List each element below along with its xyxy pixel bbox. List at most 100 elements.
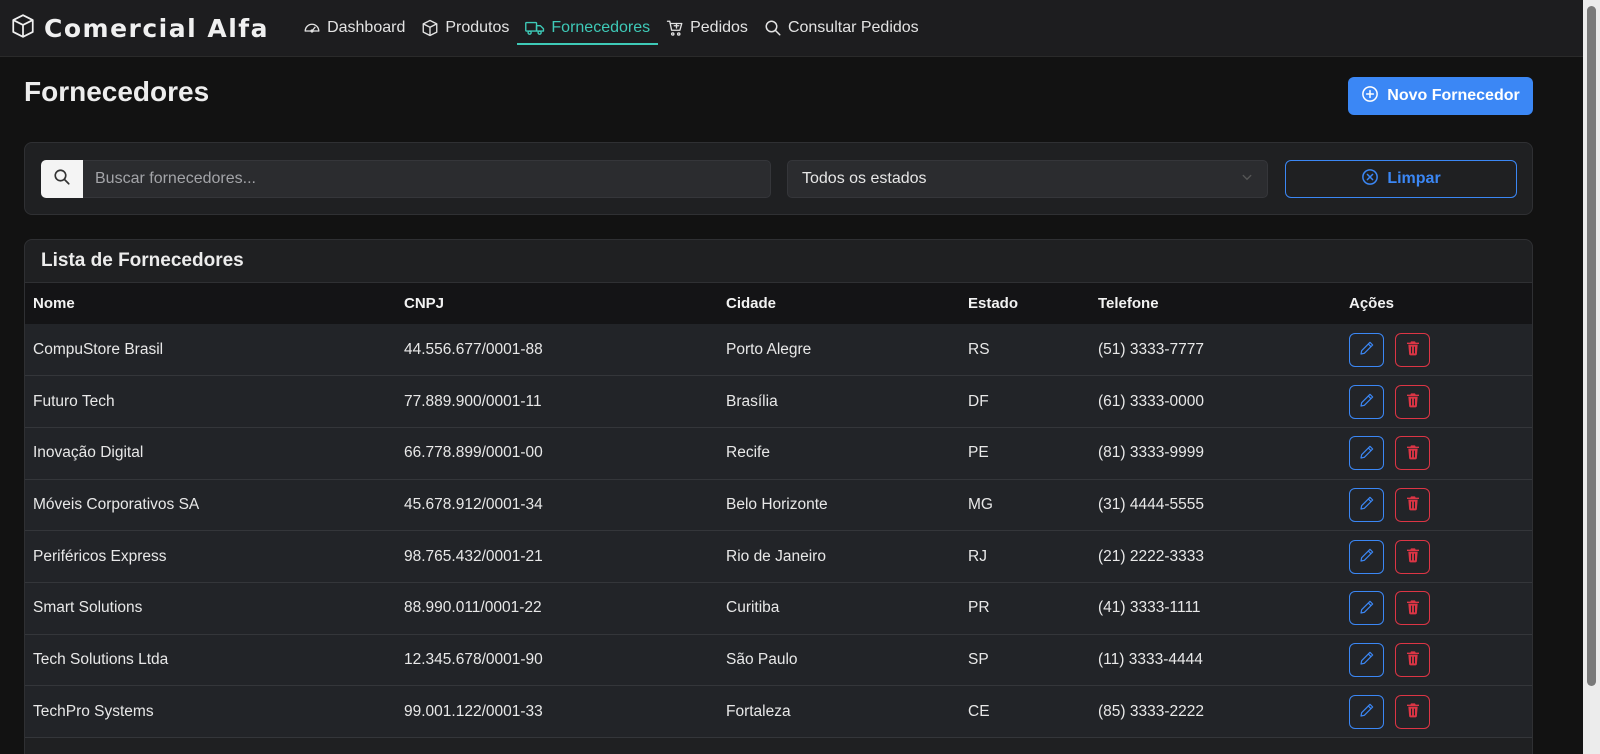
delete-button[interactable] — [1395, 642, 1430, 677]
table-row[interactable]: Inovação Digital 66.778.899/0001-00 Reci… — [25, 427, 1532, 480]
table-row[interactable]: Móveis Corporativos SA 45.678.912/0001-3… — [25, 479, 1532, 531]
cell-acoes — [1341, 531, 1532, 583]
table-row[interactable]: Tech Solutions Ltda 12.345.678/0001-90 S… — [25, 634, 1532, 686]
brand-title: Comercial Alfa — [44, 13, 270, 43]
column-header-cidade[interactable]: Cidade — [718, 283, 960, 324]
delete-button[interactable] — [1395, 591, 1430, 626]
column-header-cnpj[interactable]: CNPJ — [396, 283, 718, 324]
cell-cidade: Recife — [726, 444, 770, 462]
nav-item-dashboard[interactable]: Dashboard — [295, 0, 413, 57]
trash-icon — [1405, 702, 1421, 721]
nav-item-consultar-pedidos[interactable]: Consultar Pedidos — [756, 0, 927, 57]
new-supplier-button[interactable]: Novo Fornecedor — [1348, 77, 1533, 115]
column-header-estado[interactable]: Estado — [960, 283, 1090, 324]
cell-acoes — [1341, 376, 1532, 428]
row-actions — [1349, 591, 1532, 626]
top-navbar: Comercial Alfa Dashboard Produtos Fornec… — [0, 0, 1583, 57]
cell-cnpj: 12.345.678/0001-90 — [404, 650, 543, 668]
edit-button[interactable] — [1349, 539, 1384, 574]
edit-button[interactable] — [1349, 436, 1384, 471]
row-actions — [1349, 384, 1532, 419]
cell-cnpj: 66.778.899/0001-00 — [404, 444, 543, 462]
cell-cidade: Curitiba — [726, 599, 780, 617]
edit-button[interactable] — [1349, 384, 1384, 419]
table-row[interactable]: CompuStore Brasil 44.556.677/0001-88 Por… — [25, 324, 1532, 376]
cell-nome: Tech Solutions Ltda — [33, 650, 169, 668]
nav-label: Fornecedores — [551, 19, 651, 36]
nav-item-pedidos[interactable]: Pedidos — [658, 0, 756, 57]
trash-icon — [1405, 444, 1421, 463]
cell-cidade: São Paulo — [726, 650, 798, 668]
edit-button[interactable] — [1349, 487, 1384, 522]
cell-cidade: Fortaleza — [726, 702, 791, 720]
row-actions — [1349, 642, 1532, 677]
pencil-icon — [1359, 599, 1375, 618]
truck-icon — [525, 19, 545, 37]
cell-acoes — [1341, 634, 1532, 686]
delete-button[interactable] — [1395, 384, 1430, 419]
table-row[interactable]: Periféricos Express 98.765.432/0001-21 R… — [25, 530, 1532, 583]
search-group — [41, 160, 771, 198]
search-input[interactable] — [83, 160, 771, 198]
nav-label: Dashboard — [327, 19, 406, 36]
suppliers-table: Nome CNPJ Cidade Estado Telefone Ações C… — [25, 283, 1532, 738]
delete-button[interactable] — [1395, 539, 1430, 574]
state-select[interactable]: Todos os estados — [787, 160, 1268, 198]
pencil-icon — [1359, 650, 1375, 669]
page-scrollbar[interactable] — [1583, 0, 1600, 754]
column-header-telefone[interactable]: Telefone — [1090, 283, 1341, 324]
delete-button[interactable] — [1395, 694, 1430, 729]
table-row[interactable]: Smart Solutions 88.990.011/0001-22 Curit… — [25, 582, 1532, 635]
table-row[interactable]: Futuro Tech 77.889.900/0001-11 Brasília … — [25, 375, 1532, 428]
cell-telefone: (21) 2222-3333 — [1098, 547, 1204, 565]
cell-estado: SP — [968, 650, 989, 668]
suppliers-table-card: Lista de Fornecedores Nome CNPJ Cidade E… — [24, 239, 1533, 754]
edit-button[interactable] — [1349, 591, 1384, 626]
brand[interactable]: Comercial Alfa — [10, 13, 269, 44]
new-supplier-label: Novo Fornecedor — [1387, 87, 1520, 104]
chevron-down-icon — [1241, 170, 1253, 188]
trash-icon — [1405, 547, 1421, 566]
cell-telefone: (11) 3333-4444 — [1098, 650, 1203, 668]
cell-cnpj: 98.765.432/0001-21 — [404, 547, 543, 565]
page-title: Fornecedores — [24, 76, 210, 107]
nav-item-fornecedores[interactable]: Fornecedores — [517, 0, 658, 57]
trash-icon — [1405, 392, 1421, 411]
row-actions — [1349, 332, 1532, 367]
edit-button[interactable] — [1349, 642, 1384, 677]
nav-label: Pedidos — [690, 19, 748, 36]
table-body: CompuStore Brasil 44.556.677/0001-88 Por… — [25, 324, 1532, 738]
clear-label: Limpar — [1387, 170, 1441, 187]
scrollbar-thumb[interactable] — [1587, 6, 1596, 686]
cell-telefone: (51) 3333-7777 — [1098, 340, 1204, 358]
cell-nome: CompuStore Brasil — [33, 340, 164, 358]
cell-estado: DF — [968, 392, 989, 410]
clear-button[interactable]: Limpar — [1285, 160, 1517, 198]
delete-button[interactable] — [1395, 332, 1430, 367]
edit-button[interactable] — [1349, 332, 1384, 367]
cell-nome: TechPro Systems — [33, 702, 154, 720]
cell-estado: RJ — [968, 547, 987, 565]
row-actions — [1349, 694, 1532, 729]
table-row[interactable]: TechPro Systems 99.001.122/0001-33 Forta… — [25, 685, 1532, 738]
delete-button[interactable] — [1395, 436, 1430, 471]
cell-estado: PR — [968, 599, 990, 617]
delete-button[interactable] — [1395, 487, 1430, 522]
cell-telefone: (81) 3333-9999 — [1098, 444, 1204, 462]
cart-icon — [666, 19, 684, 37]
cell-telefone: (31) 4444-5555 — [1098, 495, 1204, 513]
cell-cidade: Porto Alegre — [726, 340, 812, 358]
cell-estado: PE — [968, 444, 989, 462]
row-actions — [1349, 436, 1532, 471]
nav-item-produtos[interactable]: Produtos — [413, 0, 517, 57]
cell-cnpj: 44.556.677/0001-88 — [404, 340, 543, 358]
pencil-icon — [1359, 702, 1375, 721]
box-icon — [10, 13, 36, 44]
search-addon — [41, 160, 83, 198]
cell-nome: Smart Solutions — [33, 599, 143, 617]
trash-icon — [1405, 340, 1421, 359]
column-header-nome[interactable]: Nome — [25, 283, 396, 324]
edit-button[interactable] — [1349, 694, 1384, 729]
cell-cnpj: 45.678.912/0001-34 — [404, 495, 543, 513]
cell-nome: Móveis Corporativos SA — [33, 495, 200, 513]
